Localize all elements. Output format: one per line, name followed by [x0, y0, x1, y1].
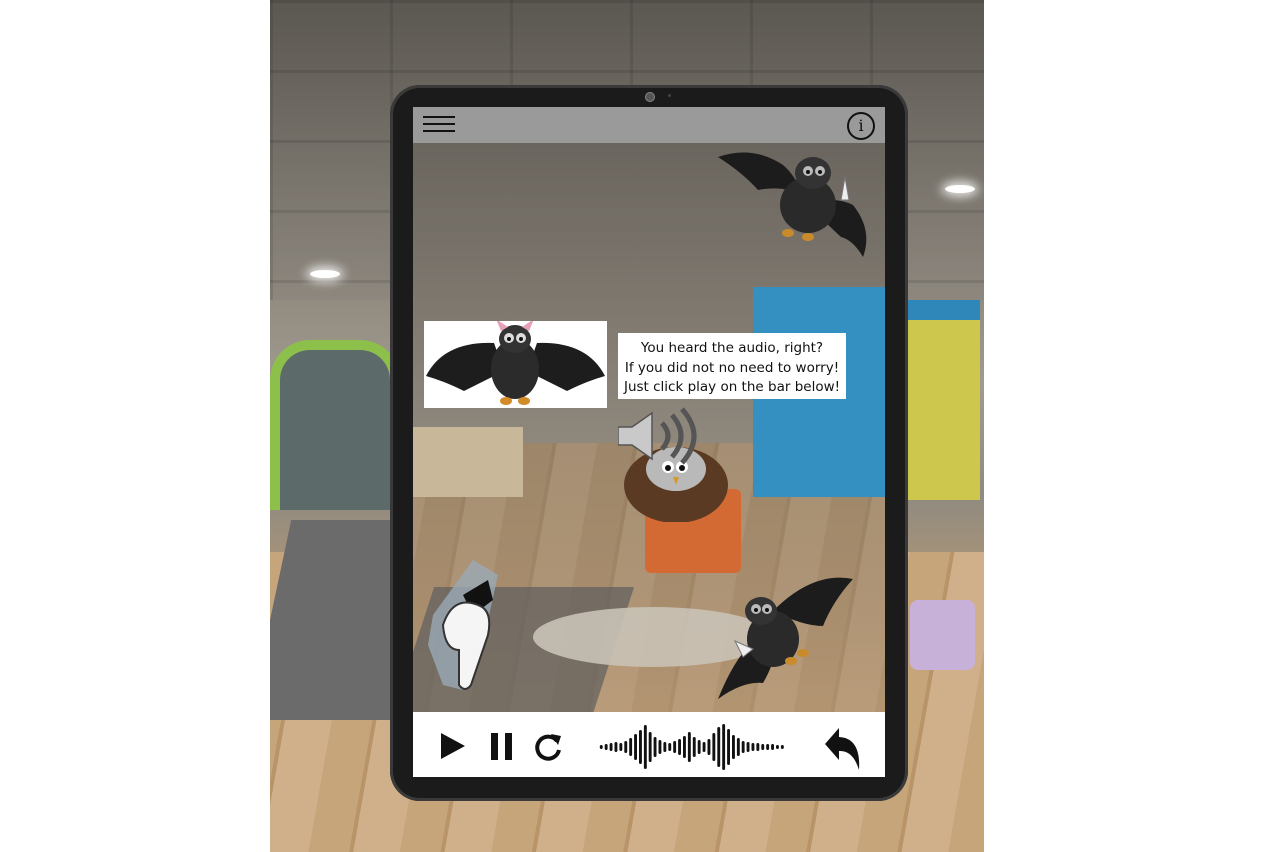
waveform-bar	[678, 739, 681, 755]
waveform-bar	[648, 732, 652, 762]
waveform-bar	[624, 741, 628, 753]
waveform-bar	[722, 724, 726, 770]
pointing-hand-icon	[428, 560, 498, 690]
waveform-bar	[683, 736, 686, 758]
app-screen: i You heard the audio, right? If you did…	[413, 107, 885, 777]
ceiling-light	[310, 270, 340, 278]
waveform-bar	[639, 730, 642, 764]
menu-line	[423, 123, 455, 125]
hamburger-menu-icon[interactable]	[423, 116, 455, 134]
pause-bar	[491, 733, 498, 760]
bat-pointing-down-icon	[718, 577, 853, 699]
instruction-text-box: You heard the audio, right? If you did n…	[618, 333, 846, 399]
waveform-bar	[732, 735, 735, 759]
waveform-bar	[614, 742, 618, 752]
audio-player-bar	[413, 712, 885, 777]
waveform-bar	[712, 733, 716, 761]
waveform-bar	[673, 741, 677, 753]
menu-line	[423, 116, 455, 118]
play-icon[interactable]	[441, 733, 465, 759]
front-camera	[645, 92, 655, 102]
waveform-bar	[619, 743, 623, 751]
waveform-bar	[599, 745, 603, 749]
waveform-bar	[746, 742, 750, 752]
menu-line	[423, 130, 455, 132]
waveform-bar	[663, 742, 667, 752]
instruction-line: If you did not no need to worry!	[624, 359, 840, 376]
waveform-bar	[629, 738, 633, 756]
waveform-bar	[756, 743, 760, 751]
scene-shelf	[413, 427, 523, 497]
bat-pointing-icon	[718, 152, 867, 257]
waveform-bar	[766, 744, 770, 750]
audio-waveform-icon[interactable]	[599, 724, 785, 770]
reading-hut	[270, 340, 400, 510]
waveform-bar	[653, 737, 657, 757]
waveform-bar	[604, 744, 608, 750]
waveform-bar	[687, 732, 691, 762]
bat-wings-icon	[426, 319, 605, 405]
waveform-bar	[741, 741, 745, 753]
waveform-bar	[658, 740, 662, 754]
pause-bar	[505, 733, 512, 760]
owl-speaker-icon	[618, 407, 728, 522]
waveform-bar	[761, 744, 765, 750]
waveform-bar	[692, 737, 696, 757]
replay-icon[interactable]	[533, 732, 563, 762]
sensor-dot	[668, 94, 671, 97]
waveform-bar	[697, 740, 701, 754]
purple-pouf	[910, 600, 975, 670]
back-arrow-icon[interactable]	[823, 726, 863, 772]
instruction-line: You heard the audio, right?	[640, 340, 824, 356]
waveform-bar	[727, 729, 730, 765]
waveform-bar	[609, 743, 613, 751]
waveform-bar	[634, 734, 637, 760]
wall-board-yellow	[900, 320, 980, 500]
waveform-bar	[717, 727, 721, 767]
waveform-bar	[776, 745, 779, 749]
pause-icon[interactable]	[491, 733, 513, 760]
waveform-bar	[668, 743, 672, 751]
waveform-bar	[643, 725, 647, 769]
waveform-bar	[751, 743, 755, 751]
info-icon[interactable]: i	[847, 112, 875, 140]
ceiling-light	[945, 185, 975, 193]
waveform-bar	[736, 738, 740, 756]
waveform-bar	[771, 744, 774, 750]
waveform-bar	[707, 739, 711, 755]
top-bar: i	[413, 107, 885, 143]
waveform-bar	[702, 742, 706, 752]
waveform-bar	[780, 745, 784, 749]
instruction-line: Just click play on the bar below!	[623, 379, 841, 395]
bat-illustration-card	[424, 319, 607, 408]
